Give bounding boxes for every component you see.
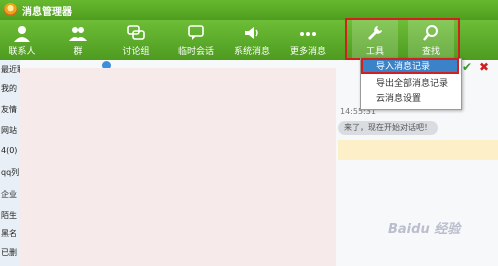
menu-item-cloud-settings[interactable]: 云消息设置	[362, 92, 458, 106]
sidebar-item-deleted[interactable]: 已删	[1, 247, 20, 258]
sidebar-item-recent[interactable]: 最近联	[1, 64, 20, 75]
tools-dropdown-menu: 导入消息记录 导出全部消息记录 云消息设置	[360, 58, 462, 110]
discussion-group-icon	[127, 25, 145, 40]
temp-chat-icon	[188, 25, 204, 40]
sidebar-item-website[interactable]: 网站	[1, 125, 20, 136]
group-icon	[69, 27, 87, 41]
toolbar-discussion[interactable]: 讨论组	[114, 20, 158, 60]
sidebar-item-my[interactable]: 我的	[1, 83, 20, 94]
tools-highlight-outline	[345, 18, 460, 60]
title-bar: 消息管理器	[0, 0, 498, 20]
toolbar-more-messages[interactable]: 更多消息	[286, 20, 330, 60]
app-logo-icon	[4, 3, 17, 16]
sidebar-item-4[interactable]: 4(0)	[1, 146, 20, 155]
more-dots-icon	[300, 32, 316, 36]
redacted-overlay	[20, 68, 336, 266]
sidebar-item-stranger[interactable]: 陌生	[1, 210, 20, 221]
import-highlight-outline	[361, 58, 459, 74]
notice-bar	[338, 140, 498, 160]
speaker-icon	[245, 27, 258, 39]
sidebar-item-blacklist[interactable]: 黑名	[1, 228, 20, 239]
sidebar-item-qq[interactable]: qq列	[1, 167, 20, 178]
toolbar-contacts[interactable]: 联系人	[0, 20, 44, 60]
window-title: 消息管理器	[22, 7, 72, 18]
contact-person-icon	[14, 26, 30, 42]
confirm-check-icon[interactable]: ✔	[462, 60, 472, 74]
sidebar-item-company[interactable]: 企业	[1, 189, 20, 200]
delete-x-icon[interactable]: ✖	[479, 60, 489, 74]
toolbar-group[interactable]: 群	[60, 20, 96, 60]
message-bubble: 来了，现在开始对话吧！	[338, 121, 438, 135]
toolbar-system-messages[interactable]: 系统消息	[230, 20, 274, 60]
watermark: Baidu 经验	[388, 222, 461, 237]
sidebar-item-friends[interactable]: 友情	[1, 104, 20, 115]
contact-sidebar: 最近联 我的 友情 网站 4(0) qq列 企业 陌生 黑名 已删	[0, 60, 20, 266]
menu-item-export-all[interactable]: 导出全部消息记录	[362, 77, 458, 91]
toolbar-temp-chat[interactable]: 临时会话	[174, 20, 218, 60]
